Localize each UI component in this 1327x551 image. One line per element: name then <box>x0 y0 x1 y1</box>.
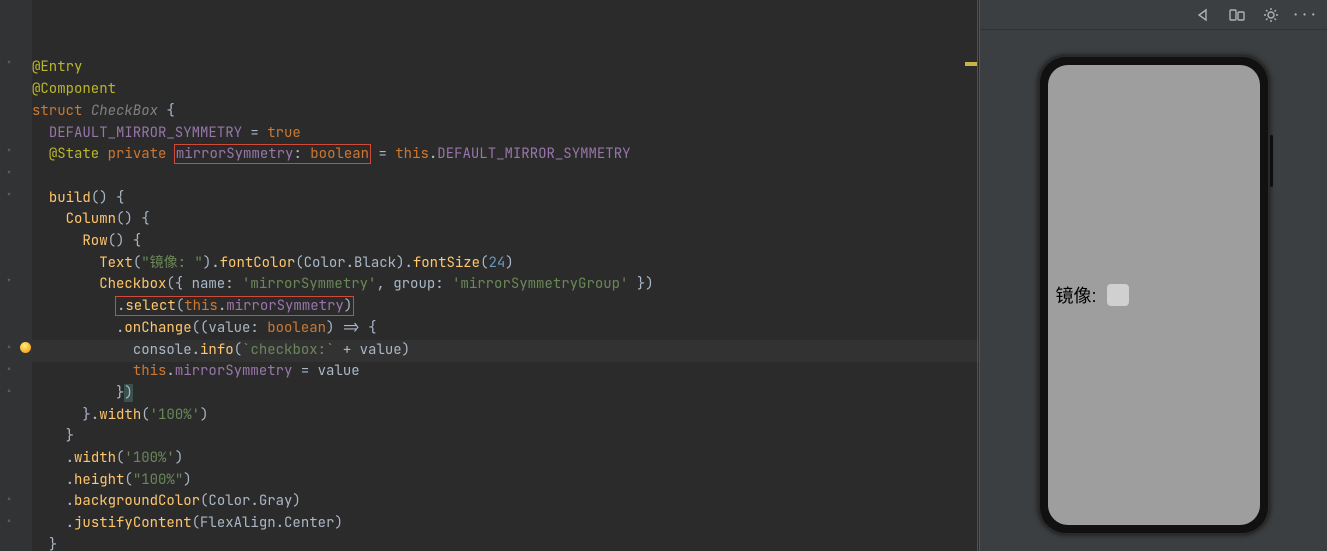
sun-icon <box>1263 7 1279 23</box>
phone-frame: 镜像: <box>1038 55 1270 535</box>
triangle-left-icon <box>1196 8 1210 22</box>
device-rotate-icon <box>1229 8 1245 22</box>
editor-gutter: ▾ ▾ ▾ ▾ ▾ ▴ ▴ ▴ ▴ ▴ <box>0 0 32 551</box>
fold-toggle-icon[interactable]: ▴ <box>6 343 14 351</box>
fold-toggle-icon[interactable]: ▾ <box>6 277 14 285</box>
fold-toggle-icon[interactable]: ▾ <box>6 59 14 67</box>
fold-toggle-icon[interactable]: ▾ <box>6 169 14 177</box>
phone-screen: 镜像: <box>1048 65 1260 525</box>
preview-checkbox[interactable] <box>1107 284 1129 306</box>
more-button[interactable]: ··· <box>1295 5 1315 25</box>
intention-bulb-icon[interactable] <box>20 342 31 353</box>
fold-toggle-icon[interactable]: ▴ <box>6 387 14 395</box>
annotation-entry: @Entry <box>32 58 82 76</box>
ide-root: ▾ ▾ ▾ ▾ ▾ ▴ ▴ ▴ ▴ ▴ @Entry @Component st… <box>0 0 1327 551</box>
fold-toggle-icon[interactable]: ▴ <box>6 517 14 525</box>
annotation-component: @Component <box>32 80 116 98</box>
code-editor[interactable]: @Entry @Component struct CheckBox { DEFA… <box>32 0 979 551</box>
fold-toggle-icon[interactable]: ▾ <box>6 191 14 199</box>
preview-label: 镜像: <box>1056 282 1097 308</box>
preview-toolbar: ··· <box>980 0 1327 30</box>
highlight-box-declaration: mirrorSymmetry: boolean <box>175 145 370 163</box>
code-content: @Entry @Component struct CheckBox { DEFA… <box>32 57 979 551</box>
back-button[interactable] <box>1193 5 1213 25</box>
device-area: 镜像: <box>980 30 1327 551</box>
fold-toggle-icon[interactable]: ▴ <box>6 495 14 503</box>
highlight-box-select: .select(this.mirrorSymmetry) <box>116 297 353 315</box>
preview-content-row: 镜像: <box>1048 282 1260 308</box>
fold-toggle-icon[interactable]: ▴ <box>6 365 14 373</box>
more-icon: ··· <box>1292 6 1318 23</box>
fold-toggle-icon[interactable]: ▾ <box>6 147 14 155</box>
orientation-button[interactable] <box>1227 5 1247 25</box>
preview-pane: ··· 镜像: <box>979 0 1327 551</box>
theme-toggle-button[interactable] <box>1261 5 1281 25</box>
